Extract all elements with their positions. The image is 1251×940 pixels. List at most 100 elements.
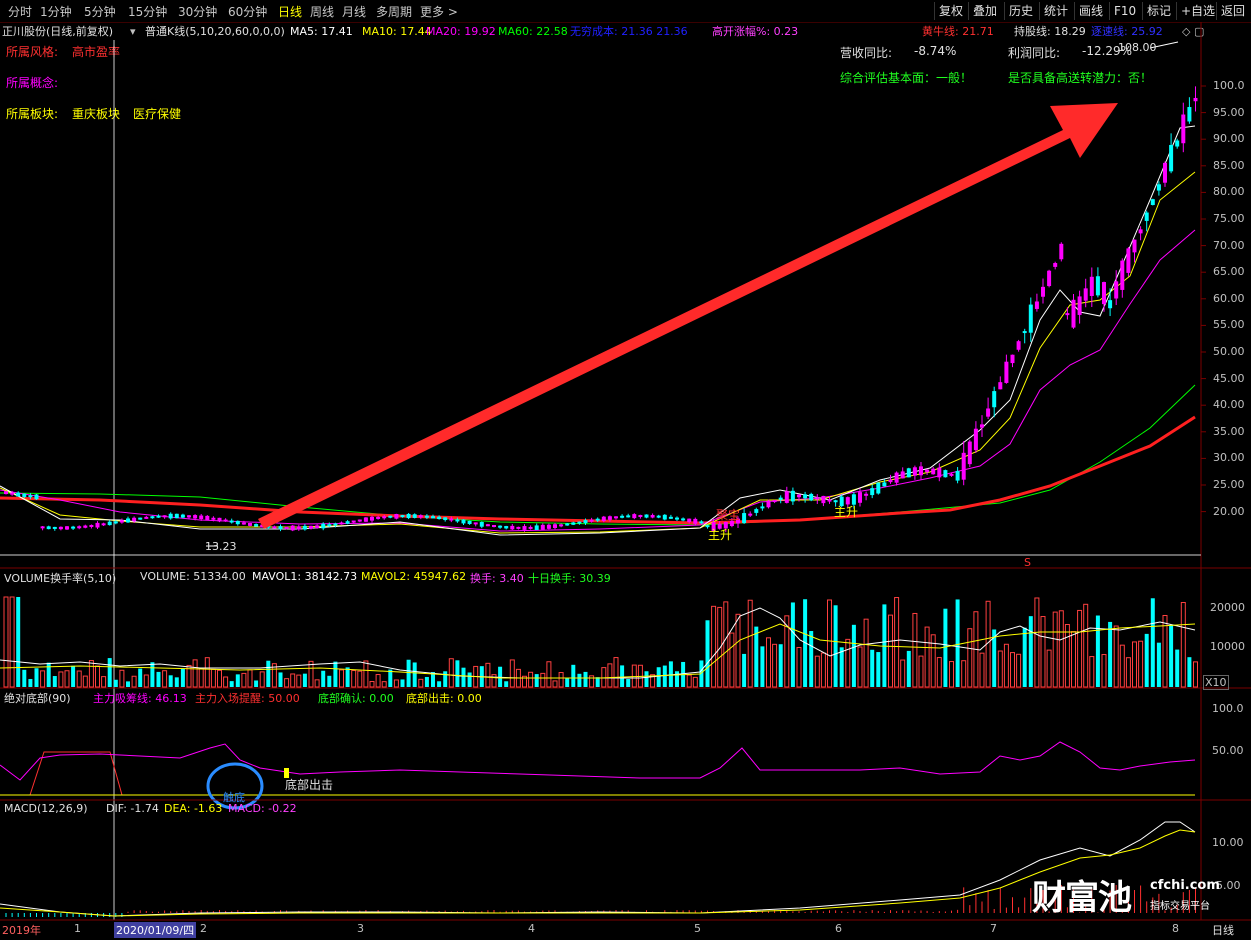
volume-bar <box>778 644 783 687</box>
volume-bar <box>955 599 960 687</box>
volume-bar <box>138 668 143 687</box>
volume-bar <box>278 672 283 687</box>
volume-panel-title[interactable]: VOLUME换手率(5,10) <box>4 570 116 586</box>
volume-bar <box>217 669 222 688</box>
volume-bar <box>76 670 82 688</box>
low-price-label: 13.23 <box>205 540 237 553</box>
volume-bar <box>528 671 534 688</box>
volume-bar <box>1175 649 1180 687</box>
volume-bar <box>1064 624 1070 688</box>
volume-bar <box>1132 641 1137 688</box>
volume-bar <box>88 660 94 688</box>
volume-bar <box>949 661 954 688</box>
volume-bar <box>967 628 973 688</box>
volume-bar <box>71 665 76 687</box>
volume-bar <box>888 614 893 688</box>
dea-value: DEA: -1.63 <box>164 802 223 815</box>
volume-indicator-name: VOLUME换手率(5,10) <box>4 572 117 585</box>
volume-bar <box>107 658 112 687</box>
volume-bar <box>1101 654 1107 688</box>
volume-bar <box>235 674 240 687</box>
x-label-year: 2019年 <box>2 924 41 937</box>
x-unit-label[interactable]: 日线 <box>1212 922 1234 938</box>
volume-bar <box>997 650 1003 688</box>
price-axis-label: 20.00 <box>1213 504 1245 518</box>
bottom-confirm-value: 底部确认: 0.00 <box>318 692 394 705</box>
volume-value: VOLUME: 51334.00 <box>140 570 246 583</box>
volume-bar <box>1187 657 1192 687</box>
volume-bar <box>1010 652 1015 688</box>
volume-bar <box>204 657 210 688</box>
price-axis-label: 25.00 <box>1213 478 1245 491</box>
volume-bar <box>393 679 399 688</box>
volume-bar <box>388 669 393 687</box>
volume-bar <box>504 681 509 687</box>
price-axis-label: 90.00 <box>1213 132 1245 146</box>
volume-bar <box>327 675 332 687</box>
volume-bar <box>1040 616 1046 688</box>
volume-bar <box>412 662 417 687</box>
volume-bar <box>1083 603 1089 688</box>
volume-bar <box>668 661 673 687</box>
volume-bar <box>509 659 515 688</box>
volume-bar <box>357 670 363 688</box>
volume-bar <box>894 597 900 688</box>
macd-axis-10: 10.00 <box>1212 836 1244 849</box>
price-axis-label: 80.00 <box>1213 185 1245 199</box>
volume-bar <box>857 646 863 688</box>
bottom-out-value: 底部出击: 0.00 <box>406 692 482 705</box>
volume-bar <box>863 618 869 688</box>
macd-panel-title[interactable]: MACD(12,26,9) <box>4 802 88 815</box>
volume-bar <box>1058 610 1064 688</box>
volume-bar <box>845 638 851 688</box>
price-axis-label: 75.00 <box>1213 212 1245 225</box>
price-axis-label: 55.00 <box>1213 318 1245 332</box>
mavol1-value: MAVOL1: 38142.73 <box>252 570 358 583</box>
volume-bar <box>381 681 387 688</box>
main-accum-value: 主力吸筹线: 46.13 <box>93 692 187 705</box>
volume-bar <box>631 664 637 688</box>
volume-bar <box>1180 602 1186 688</box>
volume-bar <box>131 675 137 688</box>
volume-bar <box>705 620 710 687</box>
volume-bar <box>626 679 631 687</box>
volume-bar <box>546 661 552 688</box>
volume-bar <box>924 626 930 688</box>
volume-bar <box>839 647 844 687</box>
volume-bar <box>790 602 795 687</box>
volume-bar <box>534 674 539 687</box>
volume-bar <box>424 676 429 687</box>
x-label-1: 1 <box>74 922 81 935</box>
volume-bar <box>1071 631 1076 688</box>
watermark-brand: 财富池 <box>1032 878 1132 918</box>
vol-axis-10000: 10000 <box>1210 640 1245 653</box>
price-axis-label: 100.0 <box>1213 79 1245 92</box>
volume-bar <box>223 676 229 688</box>
volume-bar <box>747 599 753 688</box>
trend-arrow <box>258 103 1118 529</box>
treasure-mark: 聚宝 <box>716 508 741 522</box>
high-price-label: 108.00 <box>1118 41 1157 54</box>
volume-bar <box>119 669 125 688</box>
main-alert-line <box>29 751 123 796</box>
volume-bar <box>1138 640 1144 688</box>
volume-bar <box>1169 625 1174 687</box>
volume-bar <box>577 673 582 687</box>
price-axis-label: 40.00 <box>1213 398 1245 412</box>
volume-bar <box>558 672 564 688</box>
volume-bar <box>711 605 717 688</box>
volume-bar <box>662 665 667 687</box>
price-axis-label: 65.00 <box>1213 265 1245 279</box>
volume-bar <box>809 631 814 687</box>
volume-bar <box>1150 598 1155 687</box>
bottom-axis-100: 100.0 <box>1212 702 1244 715</box>
volume-bar <box>229 681 234 687</box>
bottom-panel-title[interactable]: 绝对底部(90) <box>4 690 71 706</box>
volume-bar <box>296 674 302 688</box>
volume-bar <box>692 676 698 688</box>
bottom-out-mark: 底部出击 <box>285 778 334 792</box>
volume-bar <box>1108 621 1113 687</box>
volume-bar <box>321 670 326 687</box>
x-label-6: 6 <box>835 922 842 935</box>
volume-bar <box>1077 609 1083 688</box>
